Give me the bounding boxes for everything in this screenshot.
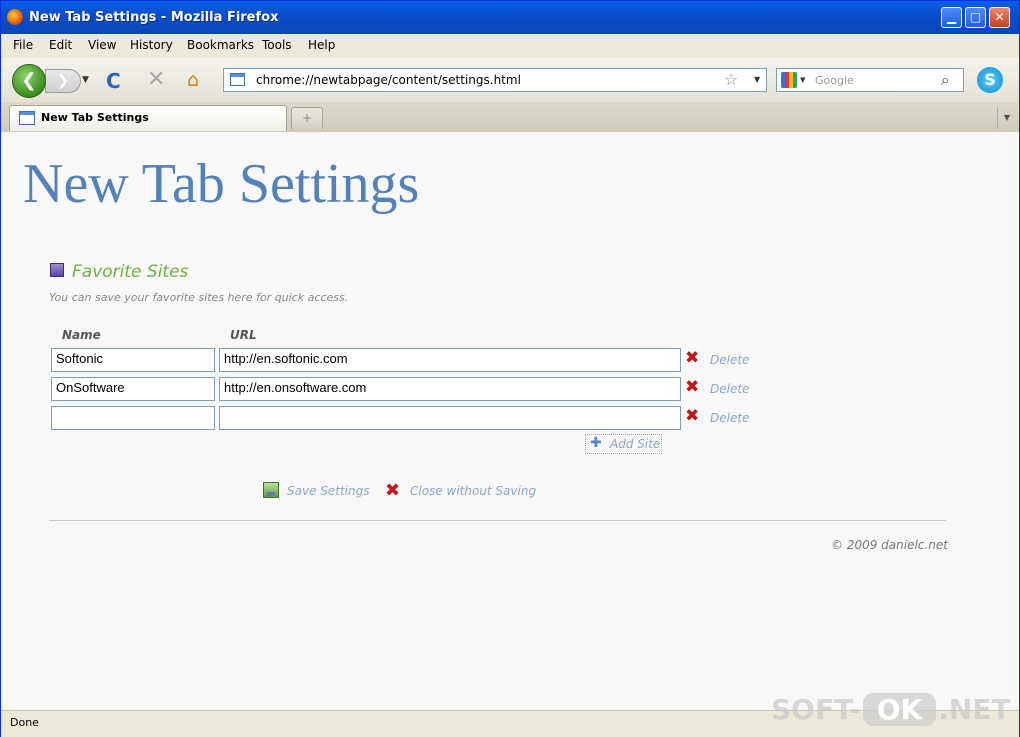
delete-icon[interactable]: ✖ bbox=[685, 377, 699, 397]
delete-icon[interactable]: ✖ bbox=[685, 406, 699, 426]
menu-edit[interactable]: Edit bbox=[49, 38, 72, 52]
section-title: Favorite Sites bbox=[72, 262, 189, 282]
site-url-input[interactable]: http://en.softonic.com bbox=[219, 348, 681, 372]
site-name-input[interactable]: Softonic bbox=[51, 348, 215, 372]
book-icon bbox=[50, 263, 64, 277]
minimize-button[interactable]: ▁ bbox=[941, 7, 962, 28]
home-button[interactable]: ⌂ bbox=[187, 69, 199, 91]
close-window-button[interactable]: ✕ bbox=[989, 7, 1010, 28]
delete-link[interactable]: Delete bbox=[710, 382, 749, 396]
menu-file[interactable]: File bbox=[13, 38, 33, 52]
watermark-right: .NET bbox=[938, 693, 1011, 726]
stop-button[interactable]: ✕ bbox=[147, 67, 165, 92]
bookmark-star-icon[interactable]: ☆ bbox=[724, 70, 738, 89]
maximize-button[interactable]: □ bbox=[965, 7, 986, 28]
add-site-button[interactable]: ✚ Add Site bbox=[585, 434, 662, 454]
history-dropdown-icon[interactable]: ▼ bbox=[82, 75, 89, 85]
menu-bookmarks[interactable]: Bookmarks bbox=[187, 38, 254, 52]
forward-button[interactable]: ❯ bbox=[45, 69, 81, 93]
watermark-left: SOFT- bbox=[771, 693, 861, 726]
site-name-input[interactable] bbox=[51, 406, 215, 430]
close-icon[interactable]: ✖ bbox=[385, 480, 400, 501]
site-name-input[interactable]: OnSoftware bbox=[51, 377, 215, 401]
title-bar: New Tab Settings - Mozilla Firefox ▁ □ ✕ bbox=[1, 1, 1019, 34]
status-text: Done bbox=[10, 716, 39, 729]
search-bar[interactable]: ▼ Google ⌕ bbox=[776, 68, 964, 92]
delete-link[interactable]: Delete bbox=[710, 411, 749, 425]
tab-label: New Tab Settings bbox=[41, 111, 149, 124]
divider bbox=[49, 520, 946, 521]
watermark: SOFT- OK .NET bbox=[771, 693, 1011, 737]
menu-help[interactable]: Help bbox=[308, 38, 335, 52]
back-button[interactable]: ❮ bbox=[12, 64, 46, 98]
site-url-input[interactable]: http://en.onsoftware.com bbox=[219, 377, 681, 401]
tab-new-tab-settings[interactable]: New Tab Settings bbox=[9, 105, 287, 131]
firefox-icon bbox=[7, 9, 23, 25]
page-icon bbox=[230, 73, 245, 86]
search-icon[interactable]: ⌕ bbox=[941, 70, 950, 90]
google-engine-icon[interactable] bbox=[781, 72, 797, 88]
url-text: chrome://newtabpage/content/settings.htm… bbox=[256, 73, 521, 87]
save-settings-button[interactable]: Save Settings bbox=[287, 484, 370, 498]
delete-icon[interactable]: ✖ bbox=[685, 348, 699, 368]
watermark-mid: OK bbox=[862, 693, 937, 726]
menu-bar: File Edit View History Bookmarks Tools H… bbox=[1, 34, 1019, 59]
window-title: New Tab Settings - Mozilla Firefox bbox=[29, 10, 279, 25]
plus-icon: ✚ bbox=[590, 435, 602, 451]
all-tabs-dropdown-icon[interactable]: ▼ bbox=[997, 107, 1016, 129]
reload-button[interactable]: C bbox=[106, 69, 121, 93]
column-header-url: URL bbox=[230, 328, 257, 342]
skype-icon[interactable]: S bbox=[977, 67, 1003, 93]
site-url-input[interactable] bbox=[219, 406, 681, 430]
firefox-window: New Tab Settings - Mozilla Firefox ▁ □ ✕… bbox=[0, 0, 1020, 737]
engine-dropdown-icon[interactable]: ▼ bbox=[800, 76, 805, 84]
search-placeholder: Google bbox=[815, 74, 854, 87]
save-icon[interactable] bbox=[263, 482, 279, 498]
page-content: New Tab Settings Favorite Sites You can … bbox=[1, 132, 1019, 710]
footer-copyright: © 2009 danielc.net bbox=[831, 538, 948, 552]
page-title: New Tab Settings bbox=[23, 153, 420, 215]
section-subtitle: You can save your favorite sites here fo… bbox=[49, 291, 349, 304]
close-without-saving-button[interactable]: Close without Saving bbox=[410, 484, 536, 498]
column-header-name: Name bbox=[62, 328, 101, 342]
tab-page-icon bbox=[19, 111, 35, 125]
url-dropdown-icon[interactable]: ▼ bbox=[754, 75, 760, 84]
menu-history[interactable]: History bbox=[130, 38, 173, 52]
add-site-label: Add Site bbox=[610, 437, 661, 451]
new-tab-button[interactable]: + bbox=[291, 107, 323, 129]
url-bar[interactable]: chrome://newtabpage/content/settings.htm… bbox=[223, 68, 767, 92]
menu-view[interactable]: View bbox=[88, 38, 116, 52]
menu-tools[interactable]: Tools bbox=[262, 38, 292, 52]
delete-link[interactable]: Delete bbox=[710, 353, 749, 367]
